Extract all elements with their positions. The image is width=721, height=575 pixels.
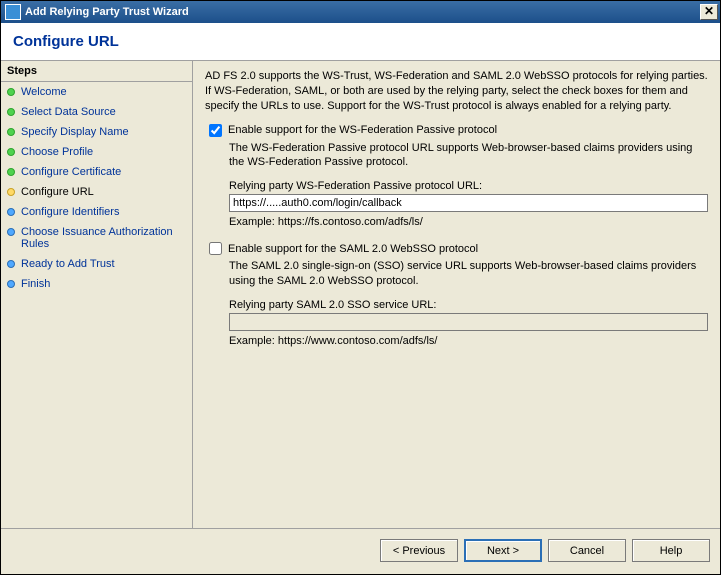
saml-checkbox-label[interactable]: Enable support for the SAML 2.0 WebSSO p… [228,243,478,255]
step-bullet-icon [7,128,15,136]
wsfed-checkbox[interactable] [209,124,222,137]
intro-text: AD FS 2.0 supports the WS-Trust, WS-Fede… [205,69,708,114]
wsfed-url-input[interactable] [229,194,708,212]
step-bullet-icon [7,168,15,176]
page-title: Configure URL [13,33,708,50]
step-bullet-icon [7,188,15,196]
wsfed-section: Enable support for the WS-Federation Pas… [205,124,708,229]
saml-checkbox[interactable] [209,242,222,255]
step-welcome[interactable]: Welcome [1,82,192,102]
saml-url-label: Relying party SAML 2.0 SSO service URL: [229,299,708,311]
step-ready-to-add-trust[interactable]: Ready to Add Trust [1,254,192,274]
close-icon[interactable]: ✕ [700,4,718,20]
cancel-button[interactable]: Cancel [548,539,626,562]
step-label: Choose Issuance Authorization Rules [21,226,186,250]
step-configure-identifiers[interactable]: Configure Identifiers [1,202,192,222]
step-label: Ready to Add Trust [21,258,115,270]
step-bullet-icon [7,280,15,288]
step-bullet-icon [7,208,15,216]
wsfed-url-label: Relying party WS-Federation Passive prot… [229,180,708,192]
step-label: Configure Identifiers [21,206,119,218]
step-label: Choose Profile [21,146,93,158]
content-panel: AD FS 2.0 supports the WS-Trust, WS-Fede… [193,61,720,528]
step-label: Finish [21,278,50,290]
step-specify-display-name[interactable]: Specify Display Name [1,122,192,142]
step-finish[interactable]: Finish [1,274,192,294]
step-bullet-icon [7,88,15,96]
step-label: Welcome [21,86,67,98]
saml-desc: The SAML 2.0 single-sign-on (SSO) servic… [229,259,708,289]
step-label: Select Data Source [21,106,116,118]
step-bullet-icon [7,108,15,116]
wizard-icon [5,4,21,20]
next-button[interactable]: Next > [464,539,542,562]
step-select-data-source[interactable]: Select Data Source [1,102,192,122]
step-configure-url[interactable]: Configure URL [1,182,192,202]
step-choose-profile[interactable]: Choose Profile [1,142,192,162]
step-label: Specify Display Name [21,126,129,138]
step-bullet-icon [7,260,15,268]
steps-sidebar: Steps Welcome Select Data Source Specify D… [1,61,193,528]
previous-button[interactable]: < Previous [380,539,458,562]
wsfed-checkbox-label[interactable]: Enable support for the WS-Federation Pas… [228,124,497,136]
wsfed-example: Example: https://fs.contoso.com/adfs/ls/ [229,216,708,228]
wsfed-desc: The WS-Federation Passive protocol URL s… [229,141,708,171]
window-title: Add Relying Party Trust Wizard [25,6,700,18]
saml-section: Enable support for the SAML 2.0 WebSSO p… [205,242,708,347]
saml-example: Example: https://www.contoso.com/adfs/ls… [229,335,708,347]
help-button[interactable]: Help [632,539,710,562]
step-bullet-icon [7,148,15,156]
saml-url-input [229,313,708,331]
step-configure-certificate[interactable]: Configure Certificate [1,162,192,182]
step-bullet-icon [7,228,15,236]
page-header: Configure URL [1,23,720,61]
button-bar: < Previous Next > Cancel Help [1,528,720,572]
steps-header: Steps [1,61,192,82]
step-choose-issuance-authorization-rules[interactable]: Choose Issuance Authorization Rules [1,222,192,254]
step-label: Configure URL [21,186,94,198]
window-titlebar: Add Relying Party Trust Wizard ✕ [1,1,720,23]
step-label: Configure Certificate [21,166,121,178]
